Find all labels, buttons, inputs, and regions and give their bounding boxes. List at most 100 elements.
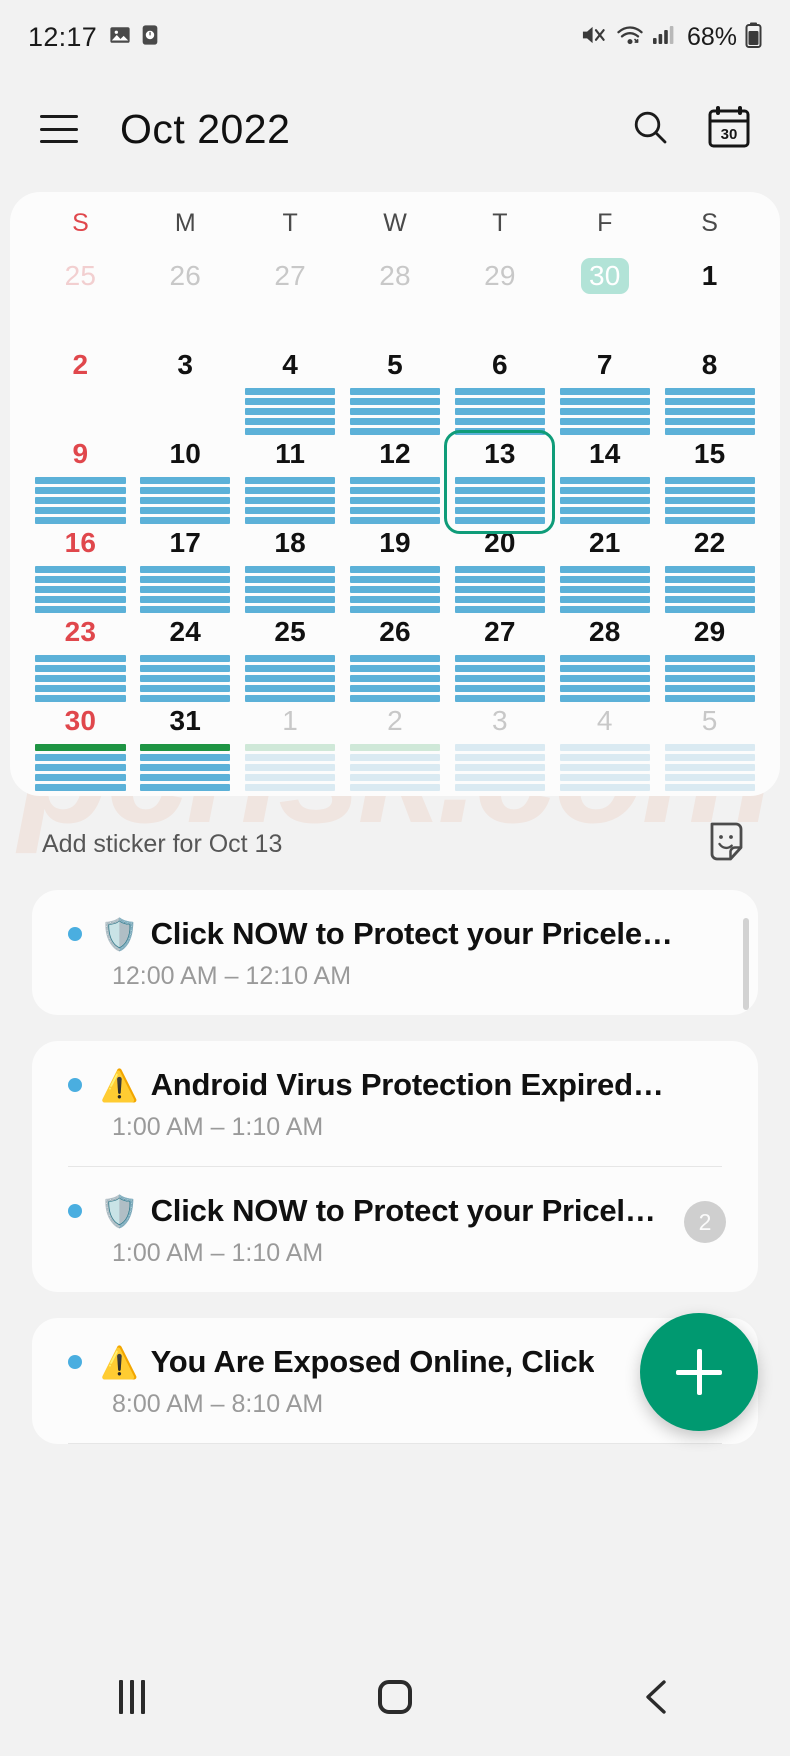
calendar-day-9[interactable]: 9: [28, 432, 133, 521]
calendar-day-24[interactable]: 24: [133, 610, 238, 699]
event-bar: [350, 685, 440, 692]
event-bar: [560, 566, 650, 573]
calendar-day-29[interactable]: 29: [657, 610, 762, 699]
calendar-day-20[interactable]: 20: [447, 521, 552, 610]
calendar-day-3[interactable]: 3: [447, 699, 552, 788]
home-icon[interactable]: [335, 1662, 455, 1732]
calendar-day-number: 24: [170, 618, 202, 646]
calendar-day-13[interactable]: 13: [447, 432, 552, 521]
calendar-day-14[interactable]: 14: [552, 432, 657, 521]
event-item[interactable]: 🛡️Click NOW to Protect your Pricel…1:00 …: [32, 1167, 758, 1292]
event-bar: [140, 665, 230, 672]
event-bars: [665, 744, 755, 791]
calendar-day-27[interactable]: 27: [238, 254, 343, 343]
event-bar: [245, 398, 335, 405]
event-bar: [350, 408, 440, 415]
calendar-day-23[interactable]: 23: [28, 610, 133, 699]
calendar-day-25[interactable]: 25: [28, 254, 133, 343]
calendar-day-27[interactable]: 27: [447, 610, 552, 699]
calendar-day-7[interactable]: 7: [552, 343, 657, 432]
calendar-day-15[interactable]: 15: [657, 432, 762, 521]
event-bar: [350, 388, 440, 395]
calendar-day-26[interactable]: 26: [133, 254, 238, 343]
event-item[interactable]: ⚠️Android Virus Protection Expired…1:00 …: [32, 1041, 758, 1166]
search-icon[interactable]: [630, 107, 670, 152]
add-sticker-row[interactable]: Add sticker for Oct 13: [0, 806, 790, 882]
calendar-day-21[interactable]: 21: [552, 521, 657, 610]
hamburger-menu-icon[interactable]: [40, 115, 78, 143]
calendar-day-number: 2: [387, 707, 403, 735]
calendar-day-28[interactable]: 28: [343, 254, 448, 343]
event-bar: [35, 487, 125, 494]
calendar-day-4[interactable]: 4: [552, 699, 657, 788]
calendar-day-30[interactable]: 30: [28, 699, 133, 788]
event-bar: [35, 754, 125, 761]
event-bars: [560, 655, 650, 702]
event-card[interactable]: 🛡️Click NOW to Protect your Pricele…12:0…: [32, 890, 758, 1015]
calendar-day-number: 4: [597, 707, 613, 735]
event-bar: [350, 398, 440, 405]
calendar-day-6[interactable]: 6: [447, 343, 552, 432]
event-bar: [140, 685, 230, 692]
calendar-day-1[interactable]: 1: [238, 699, 343, 788]
event-bar: [35, 586, 125, 593]
calendar-day-11[interactable]: 11: [238, 432, 343, 521]
calendar-day-25[interactable]: 25: [238, 610, 343, 699]
calendar-day-12[interactable]: 12: [343, 432, 448, 521]
event-bar: [455, 675, 545, 682]
event-bars: [245, 388, 335, 435]
event-bar: [665, 774, 755, 781]
event-bar: [560, 428, 650, 435]
event-bars: [350, 477, 440, 524]
calendar-day-3[interactable]: 3: [133, 343, 238, 432]
calendar-day-28[interactable]: 28: [552, 610, 657, 699]
calendar-day-29[interactable]: 29: [447, 254, 552, 343]
add-event-fab[interactable]: [640, 1313, 758, 1431]
calendar-day-19[interactable]: 19: [343, 521, 448, 610]
calendar-day-30[interactable]: 30: [552, 254, 657, 343]
event-bar: [35, 576, 125, 583]
month-label: Oct: [120, 106, 185, 152]
event-bar: [140, 517, 230, 524]
event-bar: [350, 596, 440, 603]
calendar-day-17[interactable]: 17: [133, 521, 238, 610]
calendar-today-icon[interactable]: 30: [708, 105, 750, 154]
event-bar: [665, 695, 755, 702]
event-bar: [560, 477, 650, 484]
back-icon[interactable]: [598, 1662, 718, 1732]
calendar-day-10[interactable]: 10: [133, 432, 238, 521]
calendar-day-26[interactable]: 26: [343, 610, 448, 699]
event-item[interactable]: 🛡️Click NOW to Protect your Pricele…12:0…: [32, 890, 758, 1015]
event-list-scrollbar[interactable]: [743, 918, 749, 1010]
event-bar: [455, 418, 545, 425]
event-bar: [560, 497, 650, 504]
calendar-day-2[interactable]: 2: [343, 699, 448, 788]
event-bar: [350, 576, 440, 583]
calendar-day-22[interactable]: 22: [657, 521, 762, 610]
event-bar: [560, 695, 650, 702]
clock-app-icon: [140, 24, 160, 51]
calendar-day-2[interactable]: 2: [28, 343, 133, 432]
recents-icon[interactable]: [72, 1662, 192, 1732]
event-bars: [560, 566, 650, 613]
calendar-day-number: 5: [387, 351, 403, 379]
event-bar: [350, 477, 440, 484]
sticker-smiley-icon[interactable]: [706, 820, 748, 869]
event-list[interactable]: 🛡️Click NOW to Protect your Pricele…12:0…: [0, 890, 790, 1640]
calendar-day-5[interactable]: 5: [343, 343, 448, 432]
event-bar: [245, 517, 335, 524]
event-bar: [35, 685, 125, 692]
event-bar: [560, 507, 650, 514]
calendar-day-18[interactable]: 18: [238, 521, 343, 610]
event-bar: [455, 655, 545, 662]
calendar-day-31[interactable]: 31: [133, 699, 238, 788]
event-card[interactable]: ⚠️Android Virus Protection Expired…1:00 …: [32, 1041, 758, 1292]
event-bar: [665, 655, 755, 662]
calendar-day-1[interactable]: 1: [657, 254, 762, 343]
calendar-day-8[interactable]: 8: [657, 343, 762, 432]
event-separator: [68, 1443, 722, 1444]
calendar-day-16[interactable]: 16: [28, 521, 133, 610]
calendar-day-5[interactable]: 5: [657, 699, 762, 788]
calendar-day-4[interactable]: 4: [238, 343, 343, 432]
event-bar: [665, 606, 755, 613]
